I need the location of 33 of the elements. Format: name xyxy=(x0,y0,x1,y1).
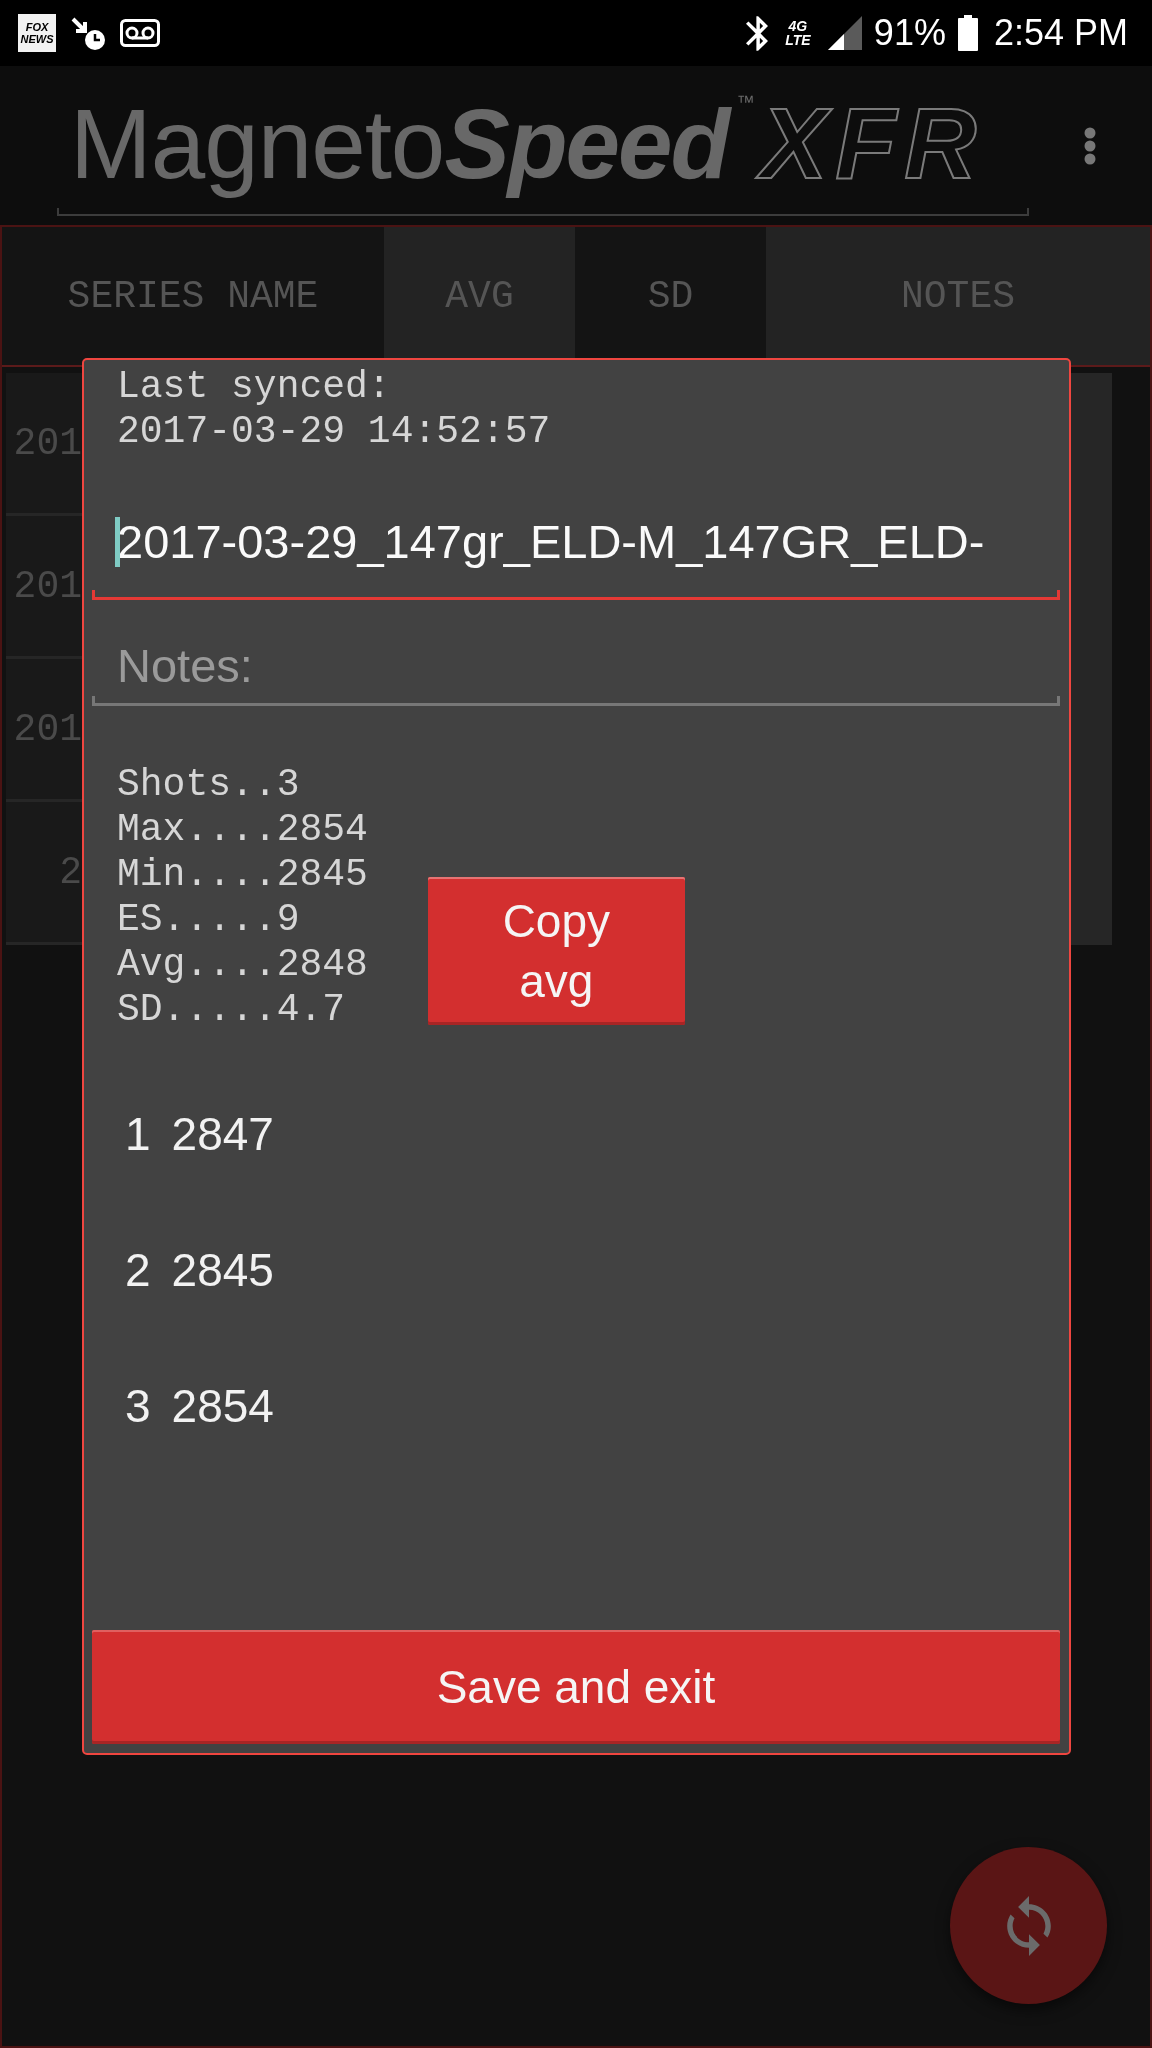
stat-line: SD.....4.7 xyxy=(117,987,346,1032)
logo-outline-text: XFR xyxy=(756,78,999,208)
voicemail-icon xyxy=(120,19,160,47)
stat-line: Shots..3 xyxy=(117,762,300,807)
shot-velocity: 2847 xyxy=(171,1107,274,1161)
shot-number: 3 xyxy=(125,1379,151,1433)
battery-icon xyxy=(957,15,978,51)
shot-number: 1 xyxy=(125,1107,151,1161)
trademark-symbol: ™ xyxy=(736,92,755,112)
signal-icon xyxy=(827,16,862,50)
news-app-badge: FOX NEWS xyxy=(18,14,56,52)
stat-line: Max....2854 xyxy=(117,807,368,852)
stat-line: Min....2845 xyxy=(117,852,368,897)
shot-velocity: 2854 xyxy=(171,1379,274,1433)
logo-wordmark: MagnetoSpeed xyxy=(70,85,737,205)
stat-line: Avg....2848 xyxy=(117,942,368,987)
stat-line: ES.....9 xyxy=(117,897,300,942)
copy-avg-button[interactable]: Copy avg xyxy=(427,877,685,1025)
more-options-icon[interactable] xyxy=(1084,127,1096,165)
network-type-label: 4G LTE xyxy=(784,19,812,47)
save-button[interactable]: Save and exit xyxy=(92,1630,1060,1744)
text-cursor xyxy=(115,516,120,567)
shot-number: 2 xyxy=(125,1243,151,1297)
sync-info-text: Last synced: xyxy=(117,364,391,409)
sync-info-text: 2017-03-29 14:52:57 xyxy=(117,409,551,454)
sync-icon xyxy=(1006,1895,1051,1956)
name-field[interactable]: 2017-03-29_147gr_ELD-M_147GR_ELD- xyxy=(92,504,1060,600)
battery-percent: 91% xyxy=(873,12,946,54)
shot-velocity: 2845 xyxy=(171,1243,274,1297)
clock-time: 2:54 PM xyxy=(993,12,1128,54)
arrow-clock-icon xyxy=(70,15,106,51)
notes-field[interactable]: Notes: xyxy=(92,628,1060,706)
bluetooth-icon xyxy=(745,15,768,51)
